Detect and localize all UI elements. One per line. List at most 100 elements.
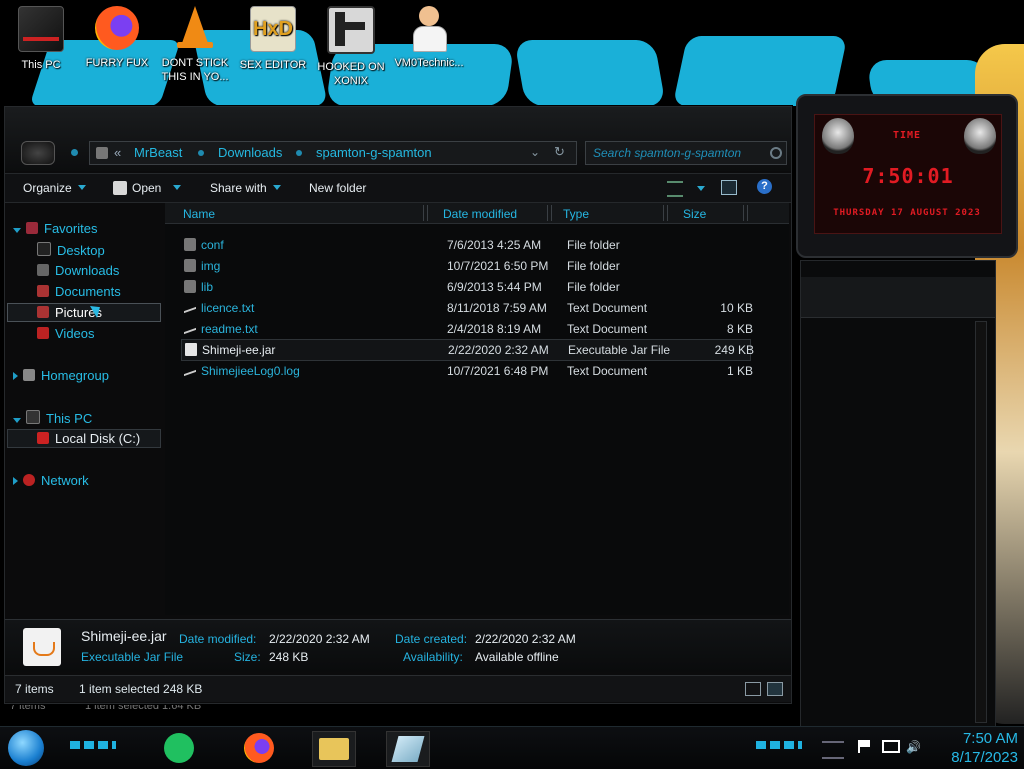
file-row-selected[interactable]: Shimeji-ee.jar 2/22/2020 2:32 AM Executa…: [181, 339, 754, 361]
file-name: lib: [201, 280, 214, 294]
desktop-icon-hooked-on-xonix[interactable]: HOOKED ON XONIX: [312, 6, 390, 88]
file-row[interactable]: ShimejieeLog0.log 10/7/2021 6:48 PM Text…: [181, 361, 753, 381]
large-icons-view-icon[interactable]: [767, 682, 783, 696]
show-desktop-icon[interactable]: [822, 741, 844, 759]
alien-head-icon: [964, 118, 996, 154]
folder-icon: [184, 259, 196, 272]
file-row[interactable]: conf 7/6/2013 4:25 AM File folder: [181, 235, 749, 255]
details-filetype: Executable Jar File: [81, 650, 184, 664]
open-label: Open: [132, 181, 162, 195]
breadcrumb-overflow[interactable]: «: [114, 145, 121, 160]
file-name: img: [201, 259, 221, 273]
taskbar-firefox[interactable]: [238, 731, 280, 765]
refresh-icon[interactable]: ↻: [554, 144, 565, 160]
network-tray-icon[interactable]: [882, 740, 900, 753]
firefox-icon: [95, 6, 139, 50]
column-type[interactable]: Type: [563, 207, 589, 221]
network-icon: [23, 474, 35, 486]
navigation-pane: Favorites Desktop Downloads Documents Pi…: [5, 203, 163, 615]
downloads-icon: [37, 264, 49, 276]
file-row[interactable]: readme.txt 2/4/2018 8:19 AM Text Documen…: [181, 319, 753, 339]
text-file-icon: [184, 298, 196, 314]
file-type: Text Document: [567, 322, 648, 336]
widget-time: 7:50:01: [862, 164, 954, 188]
search-icon[interactable]: [770, 147, 782, 159]
desktop-icon-label: VM0Technic...: [394, 57, 464, 69]
nav-label: Local Disk (C:): [55, 431, 141, 446]
details-view-icon[interactable]: [745, 682, 761, 696]
status-bar: 7 items 1 item selected 248 KB: [5, 675, 791, 702]
nav-this-pc[interactable]: This PC: [13, 410, 92, 426]
recent-pages-dot[interactable]: [71, 149, 78, 156]
file-row[interactable]: lib 6/9/2013 5:44 PM File folder: [181, 277, 749, 297]
app-window-icon: [391, 736, 425, 762]
help-icon[interactable]: ?: [757, 179, 772, 194]
organize-button[interactable]: Organize: [23, 181, 86, 195]
desktop-icon-label: FURRY FUX: [85, 57, 149, 69]
taskbar: 🔊 7:50 AM 8/17/2023: [0, 726, 1024, 769]
address-bar[interactable]: « MrBeast Downloads spamton-g-spamton ⌄ …: [89, 141, 577, 165]
nav-network[interactable]: Network: [13, 473, 89, 488]
vlc-cone-icon: [173, 6, 217, 50]
folder-icon: [319, 738, 349, 760]
folder-icon: [184, 238, 196, 251]
details-availability: Available offline: [475, 650, 559, 664]
file-row[interactable]: licence.txt 8/11/2018 7:59 AM Text Docum…: [181, 298, 753, 318]
start-button[interactable]: [8, 730, 44, 766]
nav-local-disk[interactable]: Local Disk (C:): [37, 431, 140, 446]
taskbar-notes-app[interactable]: [158, 731, 200, 765]
widget-header: TIME: [892, 130, 922, 141]
breadcrumb-mrbeast[interactable]: MrBeast: [134, 145, 182, 160]
new-folder-button[interactable]: New folder: [309, 181, 366, 195]
file-name: ShimejieeLog0.log: [201, 364, 300, 378]
text-file-icon: [184, 319, 196, 335]
nav-homegroup[interactable]: Homegroup: [13, 368, 109, 383]
breadcrumb-downloads[interactable]: Downloads: [218, 145, 282, 160]
desktop-icon-vm0technic[interactable]: VM0Technic...: [390, 6, 468, 70]
breadcrumb-spamton[interactable]: spamton-g-spamton: [316, 145, 432, 160]
nav-desktop[interactable]: Desktop: [37, 242, 105, 258]
nav-videos[interactable]: Videos: [37, 326, 95, 341]
nav-label: This PC: [46, 411, 93, 426]
file-date: 7/6/2013 4:25 AM: [447, 238, 542, 252]
desktop-icon-this-pc[interactable]: This PC: [2, 6, 80, 72]
nav-favorites[interactable]: Favorites: [13, 221, 97, 236]
view-options-icon[interactable]: [667, 181, 683, 197]
file-type: Executable Jar File: [568, 343, 671, 357]
desktop-icon-furry-fux[interactable]: FURRY FUX: [78, 6, 156, 70]
back-button[interactable]: [21, 141, 55, 165]
column-size[interactable]: Size: [683, 207, 706, 221]
taskbar-app[interactable]: [386, 731, 430, 767]
taskbar-clock[interactable]: 7:50 AM 8/17/2023: [951, 729, 1018, 767]
nav-documents[interactable]: Documents: [37, 284, 121, 299]
computer-icon: [26, 410, 40, 424]
open-button[interactable]: Open: [113, 181, 182, 195]
pictures-icon: [37, 306, 49, 318]
view-dropdown-icon[interactable]: [697, 186, 705, 191]
column-headers: Name Date modified Type Size: [165, 203, 789, 224]
file-row[interactable]: img 10/7/2021 6:50 PM File folder: [181, 256, 749, 276]
taskbar-file-explorer[interactable]: [312, 731, 356, 767]
column-date-modified[interactable]: Date modified: [443, 207, 517, 221]
command-bar: Organize Open Share with New folder ?: [5, 173, 791, 203]
details-size: 248 KB: [269, 650, 309, 664]
address-dropdown-icon[interactable]: ⌄: [530, 145, 540, 159]
status-item-count: 7 items: [15, 682, 54, 696]
clock-date: 8/17/2023: [951, 749, 1018, 766]
column-name[interactable]: Name: [183, 207, 215, 221]
search-input[interactable]: Search spamton-g-spamton: [585, 141, 787, 165]
desktop-icon-dont-stick[interactable]: DONT STICK THIS IN YO...: [156, 6, 234, 84]
volume-icon[interactable]: 🔊: [906, 740, 921, 754]
nav-downloads[interactable]: Downloads: [37, 263, 119, 278]
desktop-icon-sex-editor[interactable]: HxD SEX EDITOR: [234, 6, 312, 72]
text-file-icon: [184, 361, 196, 377]
desktop-icon-label: DONT STICK THIS IN YO...: [161, 57, 229, 83]
preview-pane-icon[interactable]: [721, 180, 737, 195]
file-list: Name Date modified Type Size conf 7/6/20…: [165, 203, 789, 615]
details-date-modified-label: Date modified:: [179, 632, 257, 646]
details-pane: Shimeji-ee.jar Executable Jar File Date …: [5, 619, 791, 672]
documents-icon: [37, 285, 49, 297]
file-size: 8 KB: [726, 322, 753, 336]
share-with-button[interactable]: Share with: [210, 181, 281, 195]
action-center-flag-icon[interactable]: [858, 740, 874, 753]
